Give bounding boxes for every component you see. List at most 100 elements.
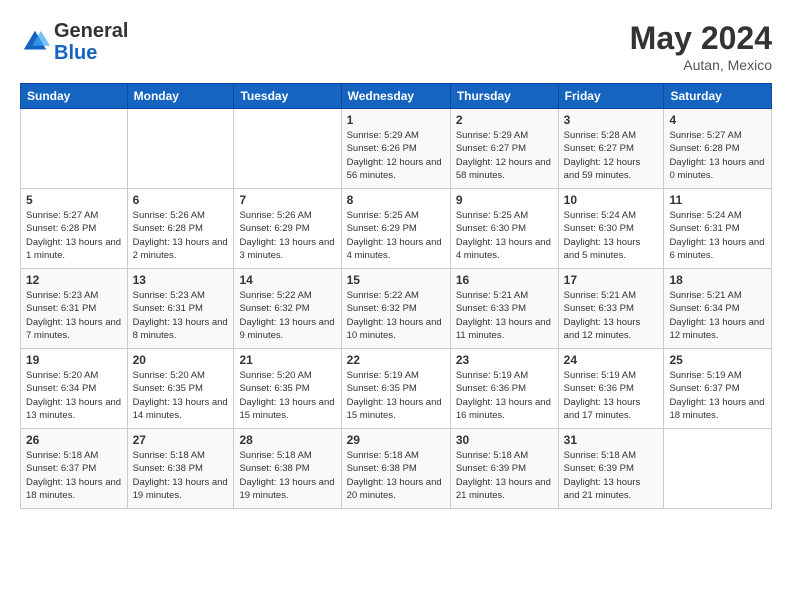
day-info: Sunrise: 5:22 AM Sunset: 6:32 PM Dayligh… xyxy=(347,289,445,342)
day-info: Sunrise: 5:20 AM Sunset: 6:34 PM Dayligh… xyxy=(26,369,122,422)
calendar-cell: 26 Sunrise: 5:18 AM Sunset: 6:37 PM Dayli… xyxy=(21,429,128,509)
day-of-week-header: Thursday xyxy=(450,84,558,109)
day-info: Sunrise: 5:27 AM Sunset: 6:28 PM Dayligh… xyxy=(26,209,122,262)
day-number: 10 xyxy=(564,193,659,207)
days-of-week-row: SundayMondayTuesdayWednesdayThursdayFrid… xyxy=(21,84,772,109)
day-of-week-header: Saturday xyxy=(664,84,772,109)
day-number: 23 xyxy=(456,353,553,367)
day-info: Sunrise: 5:21 AM Sunset: 6:33 PM Dayligh… xyxy=(564,289,659,342)
day-of-week-header: Monday xyxy=(127,84,234,109)
day-number: 3 xyxy=(564,113,659,127)
calendar-cell: 28 Sunrise: 5:18 AM Sunset: 6:38 PM Dayli… xyxy=(234,429,341,509)
page-header: General Blue May 2024 Autan, Mexico xyxy=(20,20,772,73)
calendar-cell xyxy=(664,429,772,509)
day-number: 20 xyxy=(133,353,229,367)
calendar-header: SundayMondayTuesdayWednesdayThursdayFrid… xyxy=(21,84,772,109)
day-info: Sunrise: 5:29 AM Sunset: 6:27 PM Dayligh… xyxy=(456,129,553,182)
logo: General Blue xyxy=(20,20,128,64)
day-of-week-header: Sunday xyxy=(21,84,128,109)
calendar-cell: 23 Sunrise: 5:19 AM Sunset: 6:36 PM Dayli… xyxy=(450,349,558,429)
day-info: Sunrise: 5:24 AM Sunset: 6:31 PM Dayligh… xyxy=(669,209,766,262)
calendar-cell: 22 Sunrise: 5:19 AM Sunset: 6:35 PM Dayli… xyxy=(341,349,450,429)
calendar-cell: 12Sunrise: 5:23 AM Sunset: 6:31 PM Dayli… xyxy=(21,269,128,349)
day-info: Sunrise: 5:19 AM Sunset: 6:36 PM Dayligh… xyxy=(456,369,553,422)
calendar-cell: 14Sunrise: 5:22 AM Sunset: 6:32 PM Dayli… xyxy=(234,269,341,349)
day-number: 22 xyxy=(347,353,445,367)
day-number: 27 xyxy=(133,433,229,447)
day-number: 5 xyxy=(26,193,122,207)
day-info: Sunrise: 5:18 AM Sunset: 6:38 PM Dayligh… xyxy=(239,449,335,502)
calendar-body: 1Sunrise: 5:29 AM Sunset: 6:26 PM Daylig… xyxy=(21,109,772,509)
day-number: 30 xyxy=(456,433,553,447)
calendar-week-row: 5 Sunrise: 5:27 AM Sunset: 6:28 PM Daylig… xyxy=(21,189,772,269)
day-number: 4 xyxy=(669,113,766,127)
day-info: Sunrise: 5:20 AM Sunset: 6:35 PM Dayligh… xyxy=(133,369,229,422)
day-info: Sunrise: 5:27 AM Sunset: 6:28 PM Dayligh… xyxy=(669,129,766,182)
day-info: Sunrise: 5:24 AM Sunset: 6:30 PM Dayligh… xyxy=(564,209,659,262)
day-number: 26 xyxy=(26,433,122,447)
day-number: 29 xyxy=(347,433,445,447)
calendar-cell: 13 Sunrise: 5:23 AM Sunset: 6:31 PM Dayli… xyxy=(127,269,234,349)
calendar-table: SundayMondayTuesdayWednesdayThursdayFrid… xyxy=(20,83,772,509)
calendar-cell xyxy=(21,109,128,189)
day-number: 6 xyxy=(133,193,229,207)
day-info: Sunrise: 5:23 AM Sunset: 6:31 PM Dayligh… xyxy=(133,289,229,342)
day-number: 24 xyxy=(564,353,659,367)
month-year-title: May 2024 xyxy=(630,20,772,57)
day-number: 13 xyxy=(133,273,229,287)
calendar-cell: 15 Sunrise: 5:22 AM Sunset: 6:32 PM Dayli… xyxy=(341,269,450,349)
calendar-cell: 3 Sunrise: 5:28 AM Sunset: 6:27 PM Daylig… xyxy=(558,109,664,189)
day-number: 8 xyxy=(347,193,445,207)
day-info: Sunrise: 5:18 AM Sunset: 6:39 PM Dayligh… xyxy=(456,449,553,502)
day-number: 16 xyxy=(456,273,553,287)
day-number: 11 xyxy=(669,193,766,207)
day-info: Sunrise: 5:18 AM Sunset: 6:37 PM Dayligh… xyxy=(26,449,122,502)
logo-general-text: General xyxy=(54,20,128,42)
logo-icon xyxy=(20,27,50,57)
calendar-cell: 31Sunrise: 5:18 AM Sunset: 6:39 PM Dayli… xyxy=(558,429,664,509)
calendar-cell: 16Sunrise: 5:21 AM Sunset: 6:33 PM Dayli… xyxy=(450,269,558,349)
day-number: 19 xyxy=(26,353,122,367)
calendar-cell: 11 Sunrise: 5:24 AM Sunset: 6:31 PM Dayli… xyxy=(664,189,772,269)
day-number: 31 xyxy=(564,433,659,447)
day-number: 18 xyxy=(669,273,766,287)
day-info: Sunrise: 5:26 AM Sunset: 6:29 PM Dayligh… xyxy=(239,209,335,262)
day-of-week-header: Wednesday xyxy=(341,84,450,109)
day-info: Sunrise: 5:19 AM Sunset: 6:37 PM Dayligh… xyxy=(669,369,766,422)
calendar-cell: 10 Sunrise: 5:24 AM Sunset: 6:30 PM Dayli… xyxy=(558,189,664,269)
calendar-cell: 24Sunrise: 5:19 AM Sunset: 6:36 PM Dayli… xyxy=(558,349,664,429)
day-info: Sunrise: 5:25 AM Sunset: 6:30 PM Dayligh… xyxy=(456,209,553,262)
logo-text: General Blue xyxy=(54,20,128,64)
calendar-cell xyxy=(127,109,234,189)
calendar-cell: 19 Sunrise: 5:20 AM Sunset: 6:34 PM Dayli… xyxy=(21,349,128,429)
calendar-cell: 25 Sunrise: 5:19 AM Sunset: 6:37 PM Dayli… xyxy=(664,349,772,429)
calendar-week-row: 19 Sunrise: 5:20 AM Sunset: 6:34 PM Dayli… xyxy=(21,349,772,429)
day-number: 28 xyxy=(239,433,335,447)
day-number: 21 xyxy=(239,353,335,367)
calendar-cell: 4 Sunrise: 5:27 AM Sunset: 6:28 PM Daylig… xyxy=(664,109,772,189)
day-info: Sunrise: 5:28 AM Sunset: 6:27 PM Dayligh… xyxy=(564,129,659,182)
calendar-cell: 18Sunrise: 5:21 AM Sunset: 6:34 PM Dayli… xyxy=(664,269,772,349)
day-number: 25 xyxy=(669,353,766,367)
day-number: 17 xyxy=(564,273,659,287)
calendar-cell: 6Sunrise: 5:26 AM Sunset: 6:28 PM Daylig… xyxy=(127,189,234,269)
day-number: 15 xyxy=(347,273,445,287)
day-info: Sunrise: 5:18 AM Sunset: 6:38 PM Dayligh… xyxy=(347,449,445,502)
logo-blue-text: Blue xyxy=(54,42,128,64)
day-of-week-header: Friday xyxy=(558,84,664,109)
day-info: Sunrise: 5:22 AM Sunset: 6:32 PM Dayligh… xyxy=(239,289,335,342)
calendar-cell: 29 Sunrise: 5:18 AM Sunset: 6:38 PM Dayli… xyxy=(341,429,450,509)
calendar-cell: 2Sunrise: 5:29 AM Sunset: 6:27 PM Daylig… xyxy=(450,109,558,189)
title-block: May 2024 Autan, Mexico xyxy=(630,20,772,73)
day-info: Sunrise: 5:29 AM Sunset: 6:26 PM Dayligh… xyxy=(347,129,445,182)
calendar-week-row: 12 Sunrise: 5:23 AM Sunset: 6:31 PM Dayli… xyxy=(21,269,772,349)
calendar-week-row: 1Sunrise: 5:29 AM Sunset: 6:26 PM Daylig… xyxy=(21,109,772,189)
day-info: Sunrise: 5:18 AM Sunset: 6:38 PM Dayligh… xyxy=(133,449,229,502)
day-info: Sunrise: 5:20 AM Sunset: 6:35 PM Dayligh… xyxy=(239,369,335,422)
day-number: 12 xyxy=(26,273,122,287)
day-number: 7 xyxy=(239,193,335,207)
day-of-week-header: Tuesday xyxy=(234,84,341,109)
calendar-cell: 17 Sunrise: 5:21 AM Sunset: 6:33 PM Dayli… xyxy=(558,269,664,349)
calendar-cell: 1Sunrise: 5:29 AM Sunset: 6:26 PM Daylig… xyxy=(341,109,450,189)
day-info: Sunrise: 5:19 AM Sunset: 6:35 PM Dayligh… xyxy=(347,369,445,422)
